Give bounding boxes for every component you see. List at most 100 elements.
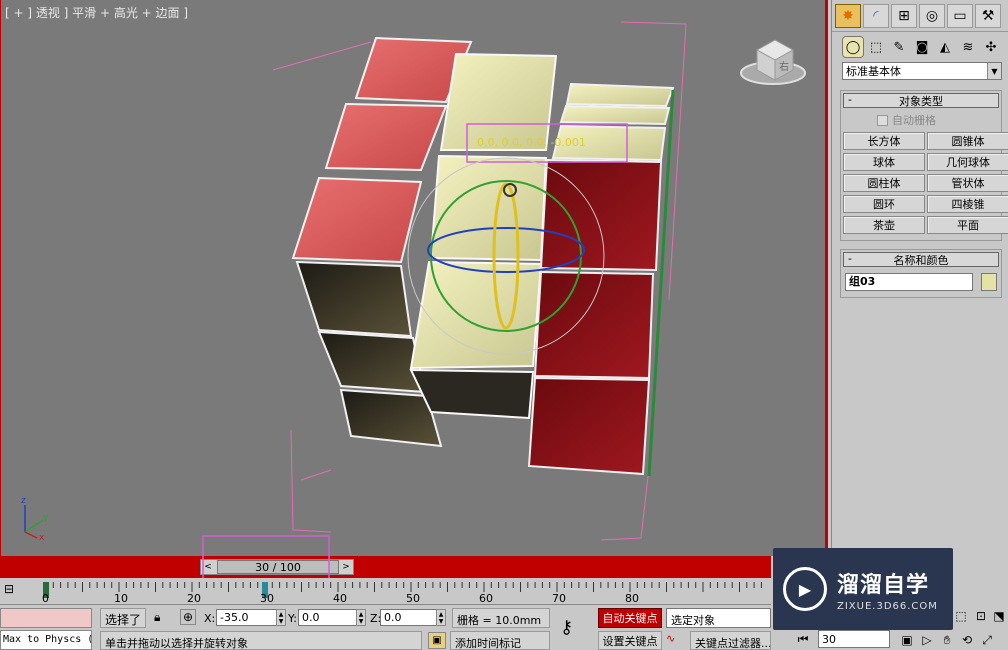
maxscript-output[interactable]: Max to Physcs (: [0, 630, 92, 650]
spacewarps-icon[interactable]: ≋: [957, 36, 979, 58]
svg-text:x: x: [39, 533, 45, 543]
key-curve-icon[interactable]: ∿: [666, 632, 688, 649]
tick-label: 10: [114, 592, 128, 603]
geosphere-button[interactable]: 几何球体: [927, 153, 1008, 171]
name-color-header[interactable]: - 名称和颜色: [843, 252, 999, 267]
collapse-icon: -: [848, 93, 852, 106]
play-icon[interactable]: ▷: [919, 632, 935, 648]
pan-hand-icon[interactable]: ✋︎: [939, 632, 955, 648]
svg-text:y: y: [43, 513, 49, 523]
maxscript-listener[interactable]: [0, 608, 92, 628]
name-color-rollout: - 名称和颜色 组03: [840, 249, 1002, 298]
time-tag-icon[interactable]: ▣: [428, 632, 446, 649]
hierarchy-tab[interactable]: ⊞: [891, 4, 917, 28]
zoom-region-icon[interactable]: ⊡: [973, 608, 989, 624]
next-frame-button[interactable]: >: [339, 560, 353, 574]
field-of-view-icon[interactable]: ▣: [899, 632, 915, 648]
watermark-subtitle: ZIXUE.3D66.COM: [837, 600, 938, 612]
perspective-viewport[interactable]: 0.0, 0.0, 0.0, -0.001 z y x 右 [+] 透视]…: [0, 0, 828, 556]
category-value: 标准基本体: [846, 65, 901, 78]
y-spinner[interactable]: ▲ ▼: [356, 609, 366, 626]
object-color-swatch[interactable]: [981, 273, 997, 291]
playback-controls: ⬚ ⊡ ⬔ ⏮︎ 30 ▣ ▷ ✋︎ ⟲ ⤢ ▶ 溜溜自学 ZIXUE.3D66…: [771, 548, 1008, 650]
display-icon: ▭: [953, 8, 967, 24]
absolute-mode-icon[interactable]: ⊕: [180, 609, 196, 625]
zoom-extents-icon[interactable]: ⬚: [953, 608, 969, 624]
object-type-rollout: - 对象类型 自动栅格 长方体 圆锥体 球体 几何球体 圆柱体 管状体 圆环 四…: [840, 90, 1008, 241]
selection-status: 选择了: [100, 608, 146, 628]
play-logo-icon: ▶: [783, 567, 827, 611]
tick-label: 20: [187, 592, 201, 603]
lights-icon[interactable]: ✎: [888, 36, 910, 58]
teapot-button[interactable]: 茶壶: [843, 216, 925, 234]
status-bar: Max to Physcs ( 选择了 🔒︎ ⊕ X: -35.0 ▲ ▼ Y: …: [0, 605, 771, 650]
autogrid-checkbox[interactable]: 自动栅格: [841, 112, 1001, 128]
camera-icon[interactable]: ◙: [911, 36, 933, 58]
tick-label: 30: [260, 592, 274, 603]
add-time-tag-button[interactable]: 添加时间标记: [450, 631, 550, 650]
pyramid-button[interactable]: 四棱锥: [927, 195, 1008, 213]
modify-icon: ◜: [873, 8, 879, 24]
key-icon[interactable]: ⚷: [560, 617, 590, 638]
torus-button[interactable]: 圆环: [843, 195, 925, 213]
z-coordinate-field[interactable]: 0.0: [380, 609, 442, 626]
helpers-icon[interactable]: ◭: [934, 36, 956, 58]
tick-label: 80: [625, 592, 639, 603]
autogrid-label: 自动栅格: [892, 114, 936, 127]
viewport-label[interactable]: [ + ] 透视 ] 平滑 + 高光 + 边面 ]: [5, 4, 188, 21]
svg-text:z: z: [21, 496, 26, 506]
current-frame-field[interactable]: 30: [818, 630, 890, 648]
viewcube[interactable]: 右: [740, 39, 806, 85]
auto-key-button[interactable]: 自动关键点: [598, 608, 662, 628]
shapes-icon[interactable]: ⬚: [865, 36, 887, 58]
object-type-header[interactable]: - 对象类型: [843, 93, 999, 108]
collapse-icon: -: [848, 252, 852, 265]
box-button[interactable]: 长方体: [843, 132, 925, 150]
utilities-tab[interactable]: ⚒: [975, 4, 1001, 28]
create-tab[interactable]: ✸: [835, 4, 861, 28]
cone-button[interactable]: 圆锥体: [927, 132, 1008, 150]
object-name-field[interactable]: 组03: [845, 273, 974, 291]
lock-icon[interactable]: 🔒︎: [154, 610, 168, 626]
hierarchy-icon: ⊞: [898, 8, 910, 24]
maximize-icon[interactable]: ⬔: [991, 608, 1007, 624]
tick-label: 0: [42, 592, 49, 603]
y-coordinate-field[interactable]: 0.0: [298, 609, 360, 626]
command-panel: ✸ ◜ ⊞ ◎ ▭ ⚒ ◯ ⬚ ✎ ◙ ◭ ≋ ✣ 标准基本体 ▼ - 对象类型: [831, 0, 1008, 556]
prompt-line: 单击并拖动以选择并旋转对象: [100, 631, 422, 650]
category-dropdown[interactable]: 标准基本体 ▼: [842, 62, 1002, 80]
frame-ruler[interactable]: 0 10 20 30 40 50 60 70 80: [40, 580, 771, 603]
plane-button[interactable]: 平面: [927, 216, 1008, 234]
command-tabs: ✸ ◜ ⊞ ◎ ▭ ⚒: [832, 0, 1008, 32]
maximize-toggle-icon[interactable]: ⤢: [979, 632, 995, 648]
display-tab[interactable]: ▭: [947, 4, 973, 28]
tick-label: 50: [406, 592, 420, 603]
key-selection-dropdown[interactable]: 选定对象: [666, 608, 771, 628]
object-type-title: 对象类型: [899, 94, 943, 108]
chevron-down-icon: ▼: [987, 63, 1001, 79]
svg-text:右: 右: [779, 60, 789, 73]
x-coordinate-field[interactable]: -35.0: [216, 609, 278, 626]
scene-render: 0.0, 0.0, 0.0, -0.001 z y x 右: [21, 21, 806, 543]
checkbox-icon: [877, 114, 888, 126]
modify-tab[interactable]: ◜: [863, 4, 889, 28]
tube-button[interactable]: 管状体: [927, 174, 1008, 192]
x-label: X:: [204, 612, 216, 625]
goto-start-icon[interactable]: ⏮︎: [795, 631, 811, 647]
motion-tab[interactable]: ◎: [919, 4, 945, 28]
z-spinner[interactable]: ▲ ▼: [436, 609, 446, 626]
systems-icon[interactable]: ✣: [980, 36, 1002, 58]
set-key-button[interactable]: 设置关键点: [598, 631, 662, 650]
cylinder-button[interactable]: 圆柱体: [843, 174, 925, 192]
track-bar-icon[interactable]: ⊟: [4, 582, 26, 600]
grid-size: 栅格 = 10.0mm: [452, 608, 550, 628]
tick-label: 70: [552, 592, 566, 603]
track-bar[interactable]: ⊟ 0 10 20 30 40 50 60 70 80: [0, 578, 771, 605]
watermark-logo: ▶ 溜溜自学 ZIXUE.3D66.COM: [773, 548, 953, 630]
orbit-icon[interactable]: ⟲: [959, 632, 975, 648]
key-filters-button[interactable]: 关键点过滤器...: [690, 631, 771, 650]
x-spinner[interactable]: ▲ ▼: [276, 609, 286, 626]
sphere-button[interactable]: 球体: [843, 153, 925, 171]
tick-label: 40: [333, 592, 347, 603]
geometry-icon[interactable]: ◯: [842, 36, 864, 58]
